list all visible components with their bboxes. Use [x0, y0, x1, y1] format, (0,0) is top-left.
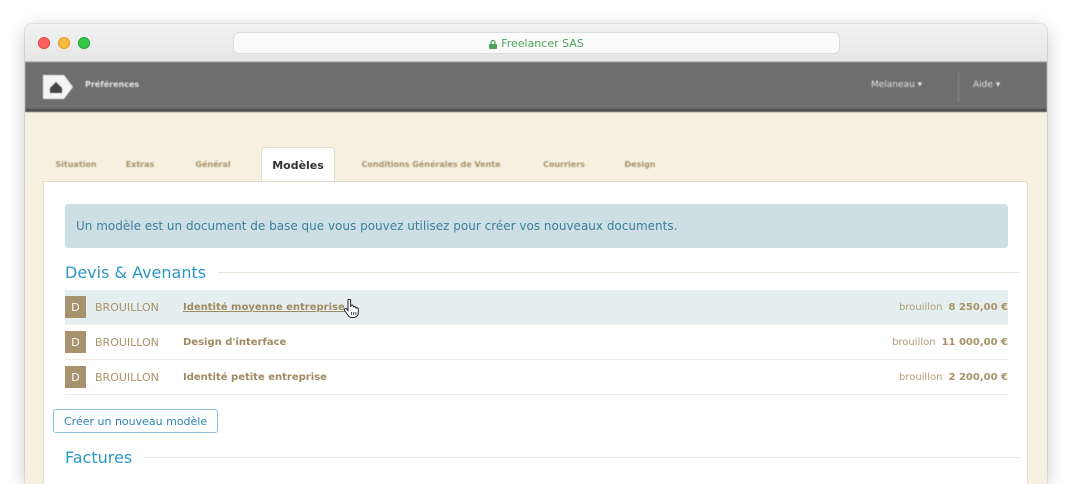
section-title-factures-text: Factures [65, 448, 133, 467]
create-model-button[interactable]: Créer un nouveau modèle [53, 409, 219, 433]
app-header: Préférences Melaneau ▾ Aide ▾ [25, 62, 1047, 112]
document-amount: 11 000,00 € [941, 336, 1008, 348]
user-menu[interactable]: Melaneau ▾ [871, 80, 922, 90]
table-row[interactable]: D BROUILLON Identité petite entreprise b… [65, 360, 1008, 395]
document-state: brouillon [899, 371, 943, 383]
address-bar-text: Freelancer SAS [501, 36, 584, 50]
minimize-window-button[interactable] [58, 37, 70, 49]
document-amount: 8 250,00 € [948, 301, 1008, 313]
tab-courriers[interactable]: Courriers [529, 147, 599, 181]
document-name-link[interactable]: Identité moyenne entreprise [183, 302, 345, 313]
header-divider [958, 72, 959, 102]
document-status: BROUILLON [95, 300, 159, 314]
hand-pointer-icon [343, 299, 359, 318]
document-amount: 2 200,00 € [948, 371, 1008, 383]
document-summary: brouillon 2 200,00 € [899, 372, 1008, 383]
tab-general[interactable]: Général [175, 147, 251, 181]
browser-window: Freelancer SAS Préférences Melaneau ▾ Ai… [25, 24, 1047, 484]
tab-extras[interactable]: Extras [115, 147, 165, 181]
section-title-devis: Devis & Avenants [65, 263, 1020, 282]
document-status: BROUILLON [95, 335, 159, 349]
document-name-link[interactable]: Design d'interface [183, 337, 286, 348]
window-titlebar: Freelancer SAS [25, 24, 1047, 62]
info-message: Un modèle est un document de base que vo… [65, 204, 1008, 248]
models-panel: Un modèle est un document de base que vo… [43, 181, 1028, 484]
table-row[interactable]: D BROUILLON Identité moyenne entreprise … [65, 290, 1008, 325]
app-title: Préférences [85, 80, 140, 89]
document-name-link[interactable]: Identité petite entreprise [183, 372, 327, 383]
section-title-factures: Factures [65, 448, 1020, 467]
document-badge: D [65, 366, 86, 388]
section-title-devis-text: Devis & Avenants [65, 263, 207, 282]
home-logo-icon[interactable] [42, 73, 74, 101]
tab-situation[interactable]: Situation [43, 147, 109, 181]
document-summary: brouillon 8 250,00 € [899, 302, 1008, 313]
document-state: brouillon [892, 336, 936, 348]
close-window-button[interactable] [38, 37, 50, 49]
table-row[interactable]: D BROUILLON Design d'interface brouillon… [65, 325, 1008, 360]
tab-modeles[interactable]: Modèles [261, 147, 335, 182]
document-status: BROUILLON [95, 370, 159, 384]
maximize-window-button[interactable] [78, 37, 90, 49]
address-bar[interactable]: Freelancer SAS [233, 32, 840, 54]
document-summary: brouillon 11 000,00 € [892, 337, 1008, 348]
tab-design[interactable]: Design [609, 147, 671, 181]
tab-cgv[interactable]: Conditions Générales de Vente [343, 147, 519, 181]
document-state: brouillon [899, 301, 943, 313]
section-rule [218, 272, 1020, 273]
section-rule [144, 457, 1020, 458]
document-badge: D [65, 331, 86, 353]
lock-icon [489, 39, 498, 49]
help-menu[interactable]: Aide ▾ [973, 80, 1000, 90]
document-badge: D [65, 296, 86, 318]
